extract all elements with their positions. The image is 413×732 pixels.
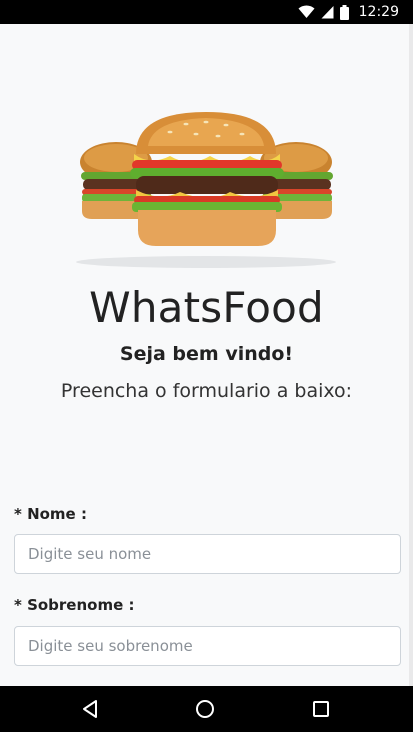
nome-input[interactable]: [14, 534, 401, 574]
wifi-icon: [298, 5, 315, 18]
status-bar: 12:29: [0, 0, 413, 24]
home-icon: [196, 700, 214, 718]
signal-icon: [321, 6, 334, 19]
welcome-text: Seja bem vindo!: [119, 343, 294, 365]
navigation-bar: [0, 686, 413, 732]
app-title: WhatsFood: [89, 283, 324, 332]
back-button[interactable]: [78, 697, 102, 721]
sobrenome-input[interactable]: [14, 626, 401, 666]
burgers-image: [76, 112, 336, 268]
app-screen: WhatsFood Seja bem vindo! Preencha o for…: [0, 24, 409, 686]
recents-icon: [313, 701, 329, 717]
home-button[interactable]: [193, 697, 217, 721]
battery-icon: [339, 4, 349, 20]
recents-button[interactable]: [309, 697, 333, 721]
back-icon: [83, 700, 97, 718]
scroll-edge: [409, 24, 413, 686]
status-time: 12:29: [358, 4, 399, 20]
status-icons: 12:29: [298, 0, 399, 24]
instruction-text: Preencha o formulario a baixo:: [60, 380, 353, 402]
nome-label: * Nome :: [14, 505, 87, 523]
sobrenome-label: * Sobrenome :: [14, 596, 135, 614]
